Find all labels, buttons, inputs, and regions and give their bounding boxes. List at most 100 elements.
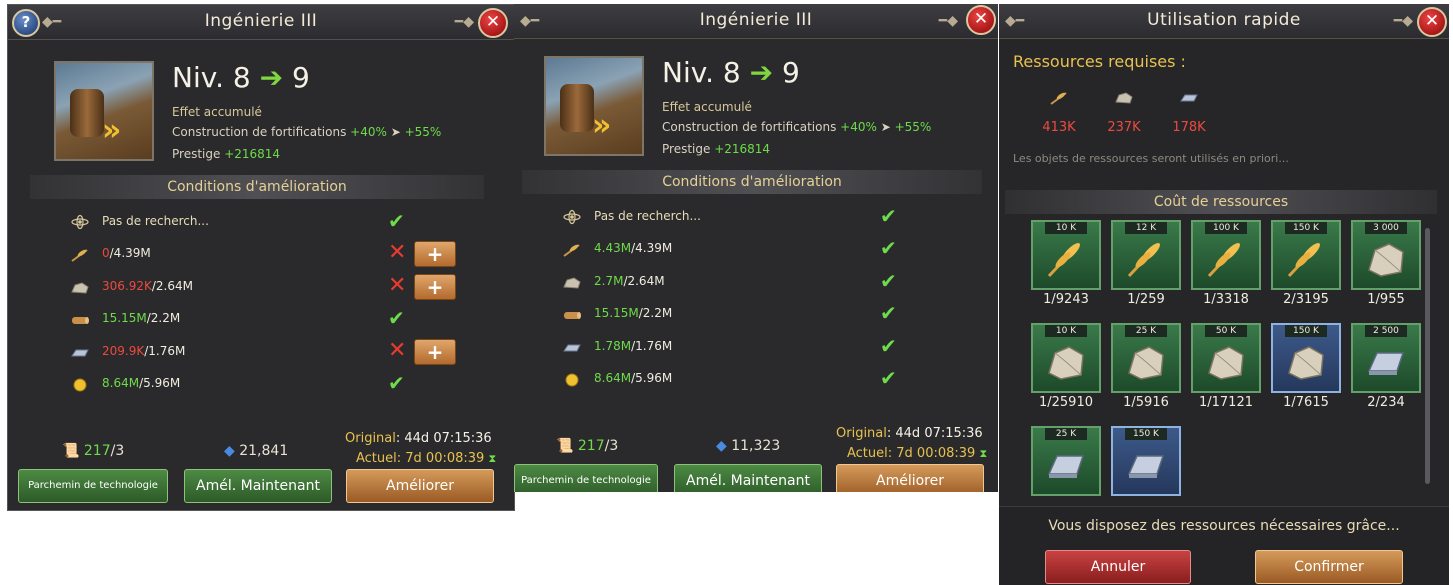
upgrade-now-button[interactable]: Amél. Maintenant bbox=[674, 464, 822, 492]
condition-need: /5.96M bbox=[631, 371, 673, 385]
wood-icon bbox=[562, 306, 582, 320]
actual-label: Actuel bbox=[356, 451, 397, 466]
tech-scroll-button[interactable]: Parchemin de technologie bbox=[18, 469, 168, 503]
upgrade-now-button[interactable]: Amél. Maintenant bbox=[184, 469, 332, 503]
iron-icon bbox=[1365, 341, 1407, 381]
effect-from: +40% bbox=[350, 125, 387, 139]
ornament-icon: ━◆ bbox=[454, 14, 474, 30]
iron-icon bbox=[1179, 90, 1199, 109]
panel-title: Ingénierie III bbox=[699, 10, 813, 30]
level-next: 9 bbox=[782, 56, 800, 89]
food-icon bbox=[562, 241, 582, 258]
resource-item-stone[interactable]: 150 K bbox=[1271, 323, 1341, 393]
condition-row: 2.7M/2.64M ✔ bbox=[562, 269, 982, 293]
close-button[interactable]: ✕ bbox=[966, 5, 996, 35]
level-next: 9 bbox=[292, 61, 310, 94]
condition-have: 1.78M bbox=[594, 338, 632, 353]
item-amount-tag: 50 K bbox=[1205, 325, 1247, 337]
condition-text: 209.9K/1.76M bbox=[102, 339, 185, 363]
priority-note: Les objets de ressources seront utilisés… bbox=[1013, 152, 1289, 165]
stone-icon bbox=[1114, 90, 1134, 109]
condition-have: 0 bbox=[102, 246, 110, 261]
food-icon bbox=[1205, 238, 1247, 278]
add-resource-button[interactable]: + bbox=[414, 338, 456, 365]
atom-icon bbox=[562, 209, 582, 225]
condition-need: /2.64M bbox=[623, 273, 665, 288]
resource-item-stone[interactable]: 50 K bbox=[1191, 323, 1261, 393]
condition-row: 1.78M/1.76M ✔ bbox=[562, 334, 982, 358]
food-icon bbox=[70, 246, 90, 263]
resource-item-stone[interactable]: 25 K bbox=[1111, 323, 1181, 393]
check-icon: ✔ bbox=[880, 366, 897, 390]
condition-need: /2.2M bbox=[146, 311, 181, 326]
ornament-icon: ━◆ bbox=[938, 13, 958, 29]
hourglass-icon: ⧗ bbox=[979, 447, 988, 460]
upgrade-button[interactable]: Améliorer bbox=[836, 464, 984, 492]
resource-item-stone[interactable]: 3 000 bbox=[1351, 220, 1421, 290]
add-resource-button[interactable]: + bbox=[414, 241, 456, 268]
ornament-icon: ━◆ bbox=[1393, 13, 1413, 29]
actual-time: Actuel: 7d 00:08:39 ⧗ bbox=[847, 446, 987, 461]
item-amount-tag: 10 K bbox=[1045, 325, 1087, 337]
section-title: Conditions d'amélioration bbox=[30, 175, 484, 199]
condition-have: 8.64M bbox=[594, 371, 632, 385]
original-time: Original: 44d 07:15:36 bbox=[345, 431, 492, 446]
check-icon: ✔ bbox=[388, 209, 405, 233]
check-icon: ✔ bbox=[880, 204, 897, 228]
condition-row: 8.64M/5.96M ✔ bbox=[70, 371, 490, 395]
scroll-have: 217 bbox=[83, 443, 111, 459]
resource-item-food[interactable]: 12 K bbox=[1111, 220, 1181, 290]
condition-row: 8.64M/5.96M ✔ bbox=[562, 366, 982, 390]
condition-have: 2.7M bbox=[594, 273, 624, 288]
double-arrow-icon: » bbox=[592, 108, 612, 143]
actual-label: Actuel bbox=[847, 446, 888, 461]
resource-item-iron[interactable]: 25 K bbox=[1031, 426, 1101, 496]
condition-have: Pas de recherch... bbox=[594, 209, 701, 223]
resource-item-iron[interactable]: 2 500 bbox=[1351, 323, 1421, 393]
double-arrow-icon: » bbox=[102, 113, 122, 148]
resource-item-food[interactable]: 10 K bbox=[1031, 220, 1101, 290]
close-button[interactable]: ✕ bbox=[478, 8, 508, 38]
add-resource-button[interactable]: + bbox=[414, 273, 456, 300]
actual-value: : 7d 00:08:39 bbox=[887, 446, 976, 461]
resource-item-stone[interactable]: 10 K bbox=[1031, 323, 1101, 393]
food-icon bbox=[1285, 238, 1327, 278]
stone-icon bbox=[1125, 341, 1167, 381]
effect-to: +55% bbox=[404, 125, 442, 139]
original-value: : 44d 07:15:36 bbox=[886, 426, 983, 441]
footer-text: Vous disposez des ressources nécessaires… bbox=[1048, 518, 1400, 534]
check-icon: ✔ bbox=[880, 333, 897, 358]
confirm-button[interactable]: Confirmer bbox=[1255, 550, 1403, 584]
iron-icon bbox=[70, 344, 90, 358]
gem-icon: ◆ bbox=[716, 438, 727, 454]
wood-icon bbox=[70, 311, 90, 325]
tech-portrait: » bbox=[544, 56, 644, 156]
condition-have: 4.43M bbox=[594, 241, 632, 256]
gem-value: 11,323 bbox=[731, 438, 781, 454]
iron-icon bbox=[1125, 444, 1167, 484]
stone-icon bbox=[70, 279, 90, 294]
title-bar: ? ◆━ Ingénierie III ━◆ ✕ bbox=[8, 5, 514, 40]
chevron-right-icon: ➤ bbox=[880, 120, 891, 134]
required-amount: 237K bbox=[1107, 120, 1141, 135]
effect-line: Construction de fortifications +40% ➤ +5… bbox=[662, 120, 931, 134]
check-icon: ✔ bbox=[880, 268, 897, 293]
required-label: Ressources requises : bbox=[1013, 52, 1186, 71]
cancel-button[interactable]: Annuler bbox=[1045, 550, 1191, 584]
close-button[interactable]: ✕ bbox=[1417, 7, 1447, 37]
scrollbar[interactable] bbox=[1425, 228, 1430, 484]
cross-icon: ✕ bbox=[388, 337, 407, 363]
gold-icon bbox=[70, 376, 90, 392]
resource-item-food[interactable]: 150 K bbox=[1271, 220, 1341, 290]
condition-text: 1.78M/1.76M bbox=[594, 334, 672, 358]
condition-need: /4.39M bbox=[109, 246, 151, 261]
upgrade-button[interactable]: Améliorer bbox=[346, 469, 494, 503]
item-amount-tag: 12 K bbox=[1125, 222, 1167, 234]
original-value: : 44d 07:15:36 bbox=[395, 431, 492, 446]
resource-item-iron[interactable]: 150 K bbox=[1111, 426, 1181, 496]
condition-text: Pas de recherch... bbox=[594, 204, 701, 228]
condition-need: /1.76M bbox=[144, 343, 186, 358]
resource-item-food[interactable]: 100 K bbox=[1191, 220, 1261, 290]
tech-scroll-button[interactable]: Parchemin de technologie bbox=[514, 464, 658, 492]
condition-have: 8.64M bbox=[102, 376, 140, 390]
